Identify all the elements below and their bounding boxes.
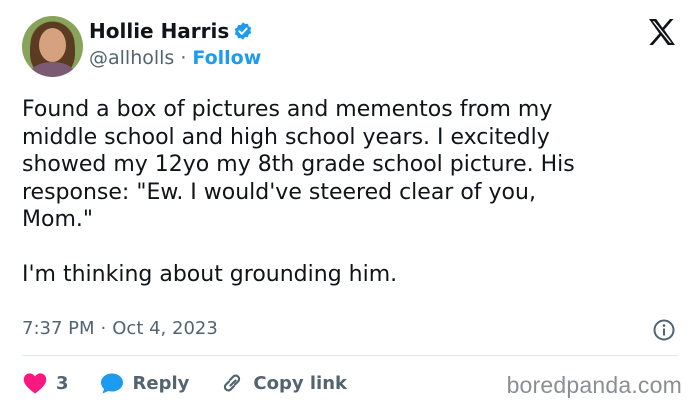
watermark-logo: boredpanda.com (506, 372, 682, 398)
copy-link-button[interactable]: Copy link (219, 371, 347, 395)
tweet-date[interactable]: Oct 4, 2023 (112, 318, 218, 339)
link-icon (224, 374, 241, 392)
info-icon[interactable] (652, 318, 676, 342)
heart-icon (23, 373, 47, 394)
reply-label: Reply (132, 372, 190, 394)
tweet-card: Hollie Harris @allholls · Follow Found a… (0, 0, 700, 410)
reply-button[interactable]: Reply (99, 371, 190, 395)
timestamp-separator: · (100, 318, 107, 339)
timestamp-row[interactable]: 7:37 PM · Oct 4, 2023 (22, 318, 218, 339)
handle-separator: · (180, 47, 187, 69)
follow-button[interactable]: Follow (192, 47, 261, 69)
name-row: Hollie Harris (89, 19, 253, 43)
divider (22, 355, 678, 356)
x-logo-icon[interactable] (646, 16, 678, 48)
avatar-face (39, 28, 66, 62)
copy-link-label: Copy link (253, 372, 347, 394)
tweet-header: Hollie Harris @allholls · Follow (22, 16, 678, 78)
like-button[interactable]: 3 (22, 371, 69, 395)
avatar[interactable] (22, 16, 83, 77)
action-bar: 3 Reply Copy link (22, 368, 377, 398)
tweet-text: Found a box of pictures and mementos fro… (22, 97, 575, 287)
display-name[interactable]: Hollie Harris (89, 19, 229, 43)
handle-row: @allholls · Follow (89, 47, 261, 69)
verified-badge-icon (235, 22, 252, 40)
tweet-time[interactable]: 7:37 PM (22, 318, 95, 339)
user-handle[interactable]: @allholls (89, 47, 174, 69)
like-count: 3 (56, 372, 69, 394)
reply-bubble-icon (100, 373, 123, 394)
